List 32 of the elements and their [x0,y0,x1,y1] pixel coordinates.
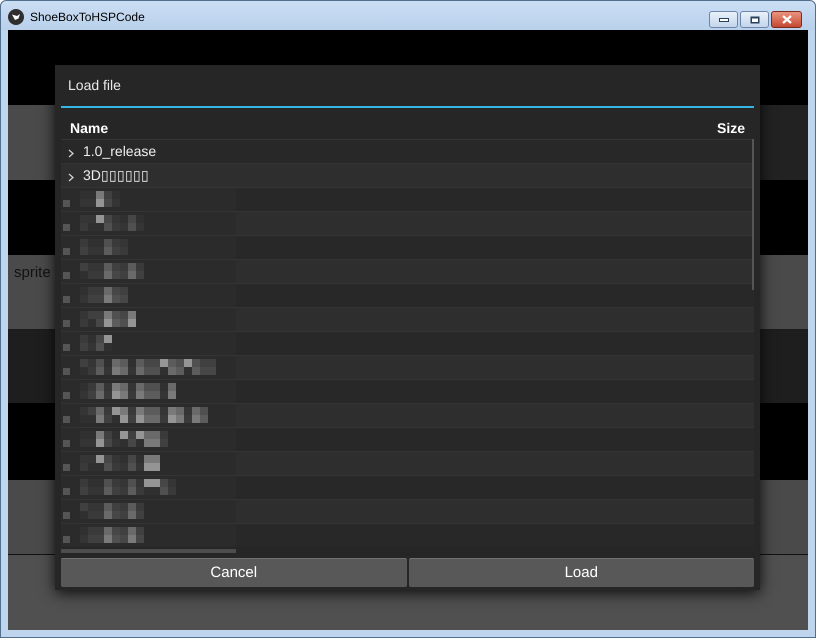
column-header: Size [716,119,745,138]
minimize-icon [718,18,728,22]
maximize-button[interactable] [740,11,769,28]
file-row[interactable] [61,355,754,379]
file-row[interactable] [61,475,754,499]
folder-row[interactable]: 3D▯▯▯▯▯▯ [61,163,754,187]
dialog-title: Load file [68,76,121,95]
scrollbar-thumb[interactable] [752,139,754,290]
chevron-icon [68,149,74,158]
file-row[interactable] [61,307,754,331]
file-row[interactable] [61,211,754,235]
file-row[interactable] [61,451,754,475]
file-row[interactable] [61,499,754,523]
app-icon [8,8,24,24]
background-label: sprite [14,264,51,281]
folder-name: 3D▯▯▯▯▯▯ [83,166,149,185]
file-row[interactable] [61,403,754,427]
column-header: Name [70,119,108,138]
window-title: ShoeBoxToHSPCode [30,8,145,26]
chevron-icon [68,173,74,182]
file-row[interactable] [61,379,754,403]
cancel-button[interactable]: Cancel [61,558,406,587]
maximize-icon [750,16,760,24]
minimize-button[interactable] [709,11,738,28]
load-button[interactable]: Load [408,558,754,587]
folder-name: 1.0_release [83,142,156,161]
file-row[interactable] [61,283,754,307]
file-row[interactable] [61,427,754,451]
scrollbar-thumb[interactable] [61,549,236,553]
file-row[interactable] [61,259,754,283]
close-icon [782,15,792,24]
close-button[interactable] [771,11,802,28]
